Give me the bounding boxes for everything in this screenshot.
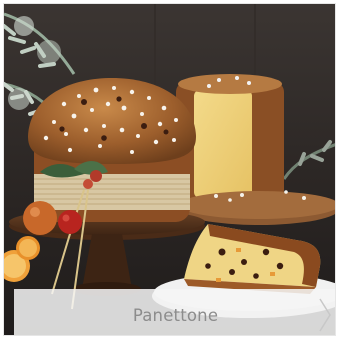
caption-bar[interactable]: Panettone bbox=[14, 289, 335, 335]
caption-title: Panettone bbox=[132, 305, 219, 325]
chevron-right-icon[interactable] bbox=[317, 297, 333, 333]
recipe-card[interactable]: Panettone bbox=[3, 3, 336, 336]
panettone-photo[interactable] bbox=[4, 4, 336, 336]
